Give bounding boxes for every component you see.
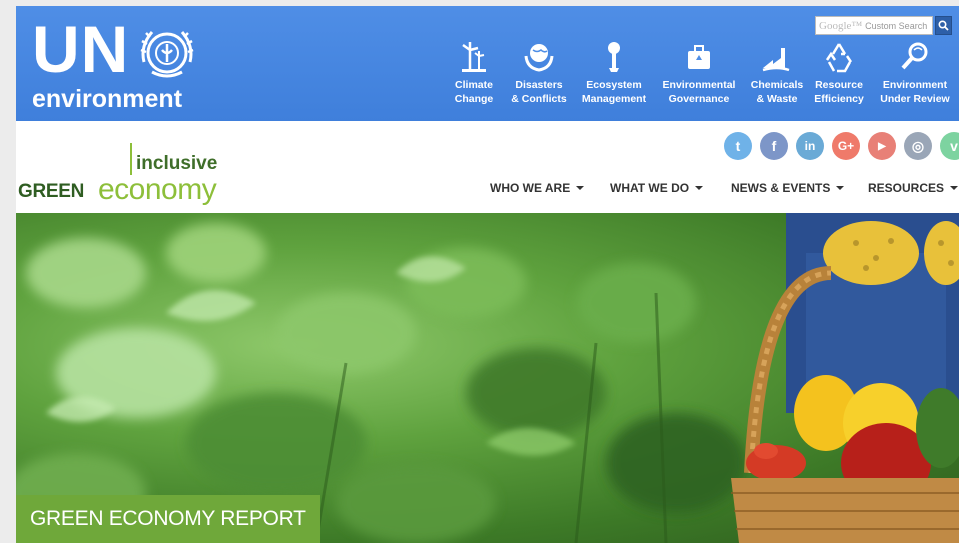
nav-resources[interactable]: RESOURCES <box>868 181 959 195</box>
topic-nav: Climate Change Disasters & Conflicts Ecosy… <box>16 40 959 114</box>
logo-accent-bar <box>130 143 132 175</box>
search-button[interactable] <box>935 16 952 35</box>
search-input[interactable]: Google™ Custom Search <box>815 16 933 35</box>
chevron-down-icon <box>576 186 585 190</box>
hero-banner[interactable]: GREEN ECONOMY REPORT <box>16 213 959 543</box>
googleplus-icon[interactable]: G+ <box>832 132 860 160</box>
search-icon <box>938 20 949 31</box>
chevron-down-icon <box>695 186 704 190</box>
topnav-label: Chemicals & Waste <box>750 79 804 105</box>
hero-image <box>16 213 959 543</box>
youtube-icon[interactable]: ▶ <box>868 132 896 160</box>
search-brand: Google™ <box>819 19 863 32</box>
tree-icon <box>608 42 620 72</box>
page: UN environment Google™ Custom Search Cli… <box>16 6 959 543</box>
twitter-icon[interactable]: t <box>724 132 752 160</box>
topnav-label: Disasters & Conflicts <box>511 79 567 105</box>
briefcase-icon <box>688 45 710 69</box>
nav-who-we-are[interactable]: WHO WE ARE <box>490 181 585 195</box>
globe-hands-icon <box>524 44 554 72</box>
nav-news-events[interactable]: NEWS & EVENTS <box>731 181 845 195</box>
main-nav: WHO WE ARE WHAT WE DO NEWS & EVENTS RESO… <box>16 181 959 199</box>
hero-caption[interactable]: GREEN ECONOMY REPORT <box>16 495 320 543</box>
topnav-label: Climate Change <box>454 79 494 105</box>
facebook-icon[interactable]: f <box>760 132 788 160</box>
nav-what-we-do[interactable]: WHAT WE DO <box>610 181 704 195</box>
topnav-label: Ecosystem Management <box>581 79 647 105</box>
factory-icon <box>762 48 790 72</box>
un-header: UN environment Google™ Custom Search Cli… <box>16 6 959 121</box>
recycle-icon <box>825 43 853 73</box>
instagram-icon[interactable]: ◎ <box>904 132 932 160</box>
search-placeholder: Custom Search <box>865 20 928 31</box>
chevron-down-icon <box>836 186 845 190</box>
logo-inclusive: inclusive <box>136 153 218 174</box>
vimeo-icon[interactable]: v <box>940 132 959 160</box>
wind-turbine-icon <box>462 42 486 72</box>
topnav-label: Resource Efficiency <box>814 79 864 105</box>
linkedin-icon[interactable]: in <box>796 132 824 160</box>
topnav-label: Environment Under Review <box>880 79 950 105</box>
site-header: inclusive GREEN economy t f in G+ ▶ ◎ v … <box>16 121 959 213</box>
magnifier-icon <box>901 42 928 70</box>
topnav-label: Environmental Governance <box>662 79 736 105</box>
social-links: t f in G+ ▶ ◎ v <box>724 132 959 160</box>
chevron-down-icon <box>950 186 959 190</box>
